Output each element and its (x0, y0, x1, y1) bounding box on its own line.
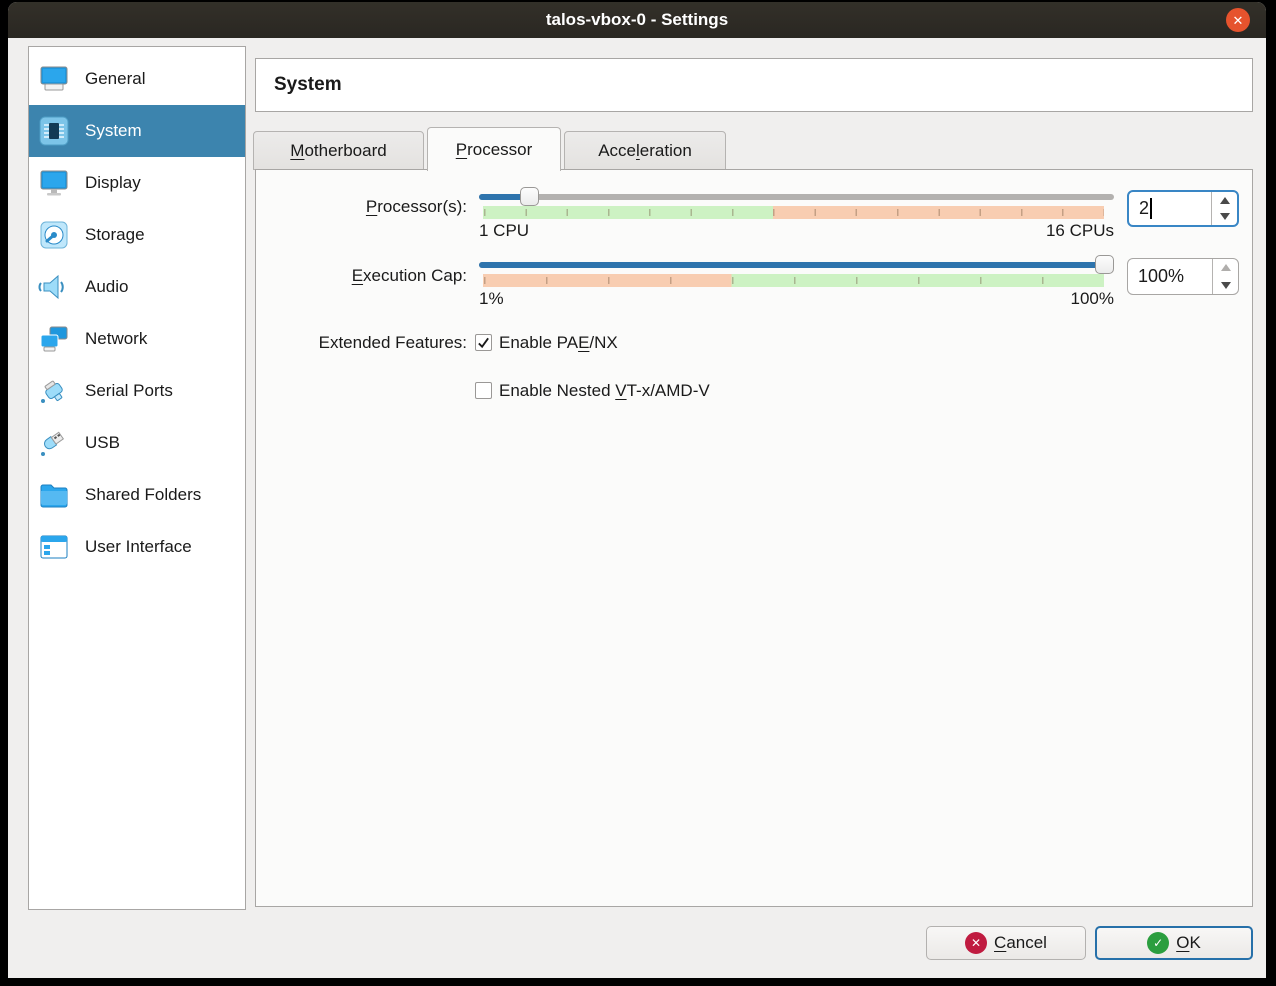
extended-features-label: Extended Features: (256, 333, 467, 353)
ok-button-label: OK (1176, 933, 1201, 953)
arrow-up-icon (1221, 264, 1231, 271)
sidebar-item-usb[interactable]: USB (29, 417, 245, 469)
cancel-button-label: Cancel (994, 933, 1047, 953)
sidebar: General System Display Storage (28, 46, 246, 910)
general-monitor-icon (37, 62, 71, 96)
gauge-ticks (484, 209, 1104, 216)
enable-pae-nx-label[interactable]: Enable PAE/NX (499, 333, 618, 353)
spin-buttons (1211, 192, 1237, 225)
min-cpu-label: 1 CPU (479, 221, 529, 241)
user-interface-icon (37, 530, 71, 564)
tab-motherboard[interactable]: Motherboard (253, 131, 424, 170)
arrow-down-icon (1220, 213, 1230, 220)
processor-slider-handle[interactable] (520, 187, 539, 206)
sidebar-item-user-interface[interactable]: User Interface (29, 521, 245, 573)
execution-cap-zone-gauge (483, 274, 1104, 287)
max-cpu-label: 16 CPUs (1046, 221, 1114, 241)
page-header: System (255, 58, 1253, 112)
sidebar-item-network[interactable]: Network (29, 313, 245, 365)
cancel-x-icon: ✕ (965, 932, 987, 954)
execution-cap-slider[interactable] (479, 255, 1114, 275)
network-screens-icon (37, 322, 71, 356)
execution-cap-range-labels: 1% 100% (479, 289, 1114, 309)
cancel-button[interactable]: ✕ Cancel (926, 926, 1086, 960)
sidebar-item-system[interactable]: System (29, 105, 245, 157)
display-monitor-icon (37, 166, 71, 200)
spin-down-button[interactable] (1212, 209, 1237, 226)
sidebar-item-label: Audio (85, 277, 128, 297)
spin-up-button[interactable] (1212, 192, 1237, 209)
enable-pae-nx-checkbox[interactable] (475, 334, 492, 351)
arrow-up-icon (1220, 197, 1230, 204)
min-cap-label: 1% (479, 289, 504, 309)
titlebar[interactable]: talos-vbox-0 - Settings ✕ (8, 2, 1266, 38)
sidebar-item-label: Storage (85, 225, 145, 245)
processor-zone-gauge (483, 206, 1104, 219)
processor-tab-pane: Processor(s): 1 CPU 16 CPUs 2 (255, 169, 1253, 907)
tab-label: Motherboard (290, 141, 386, 161)
sidebar-item-general[interactable]: General (29, 53, 245, 105)
ok-check-icon: ✓ (1147, 932, 1169, 954)
sidebar-item-label: User Interface (85, 537, 192, 557)
sidebar-item-label: Network (85, 329, 147, 349)
processor-spinbox-value[interactable]: 2 (1129, 192, 1211, 225)
enable-nested-vtx-checkbox[interactable] (475, 382, 492, 399)
serial-port-icon (37, 374, 71, 408)
sidebar-item-label: General (85, 69, 145, 89)
usb-plug-icon (37, 426, 71, 460)
processors-label: Processor(s): (256, 197, 467, 217)
spin-up-button[interactable] (1213, 259, 1238, 277)
close-button[interactable]: ✕ (1226, 8, 1250, 32)
audio-speaker-icon (37, 270, 71, 304)
shared-folder-icon (37, 478, 71, 512)
processor-spinbox[interactable]: 2 (1127, 190, 1239, 227)
processor-range-labels: 1 CPU 16 CPUs (479, 221, 1114, 241)
processor-slider[interactable] (479, 187, 1114, 207)
slider-groove (479, 194, 1114, 200)
sidebar-item-label: Serial Ports (85, 381, 173, 401)
execution-cap-label: Execution Cap: (256, 266, 467, 286)
arrow-down-icon (1221, 282, 1231, 289)
execution-cap-spinbox-value[interactable]: 100% (1128, 259, 1212, 294)
close-icon: ✕ (1233, 14, 1244, 27)
execution-cap-spinbox[interactable]: 100% (1127, 258, 1239, 295)
sidebar-item-label: System (85, 121, 142, 141)
sidebar-item-display[interactable]: Display (29, 157, 245, 209)
sidebar-item-storage[interactable]: Storage (29, 209, 245, 261)
sidebar-item-label: USB (85, 433, 120, 453)
storage-disk-icon (37, 218, 71, 252)
page-title: System (274, 74, 342, 96)
sidebar-item-label: Shared Folders (85, 485, 201, 505)
slider-fill (479, 262, 1114, 268)
dialog-body: General System Display Storage (8, 38, 1266, 978)
sidebar-item-label: Display (85, 173, 141, 193)
tab-label: Acceleration (598, 141, 692, 161)
tab-acceleration[interactable]: Acceleration (564, 131, 726, 170)
gauge-ticks (484, 277, 1104, 284)
enable-nested-vtx-label[interactable]: Enable Nested VT-x/AMD-V (499, 381, 710, 401)
execution-cap-slider-handle[interactable] (1095, 255, 1114, 274)
tab-label: Processor (456, 140, 533, 160)
system-chip-icon (37, 114, 71, 148)
sidebar-item-shared-folders[interactable]: Shared Folders (29, 469, 245, 521)
checkmark-icon (477, 336, 490, 349)
window-title: talos-vbox-0 - Settings (546, 10, 728, 30)
spin-buttons (1212, 259, 1238, 294)
settings-window: talos-vbox-0 - Settings ✕ General System (8, 2, 1266, 978)
sidebar-item-serial-ports[interactable]: Serial Ports (29, 365, 245, 417)
tab-processor[interactable]: Processor (427, 127, 561, 171)
text-caret (1150, 198, 1152, 219)
ok-button[interactable]: ✓ OK (1095, 926, 1253, 960)
sidebar-item-audio[interactable]: Audio (29, 261, 245, 313)
spin-down-button[interactable] (1213, 277, 1238, 295)
max-cap-label: 100% (1071, 289, 1114, 309)
